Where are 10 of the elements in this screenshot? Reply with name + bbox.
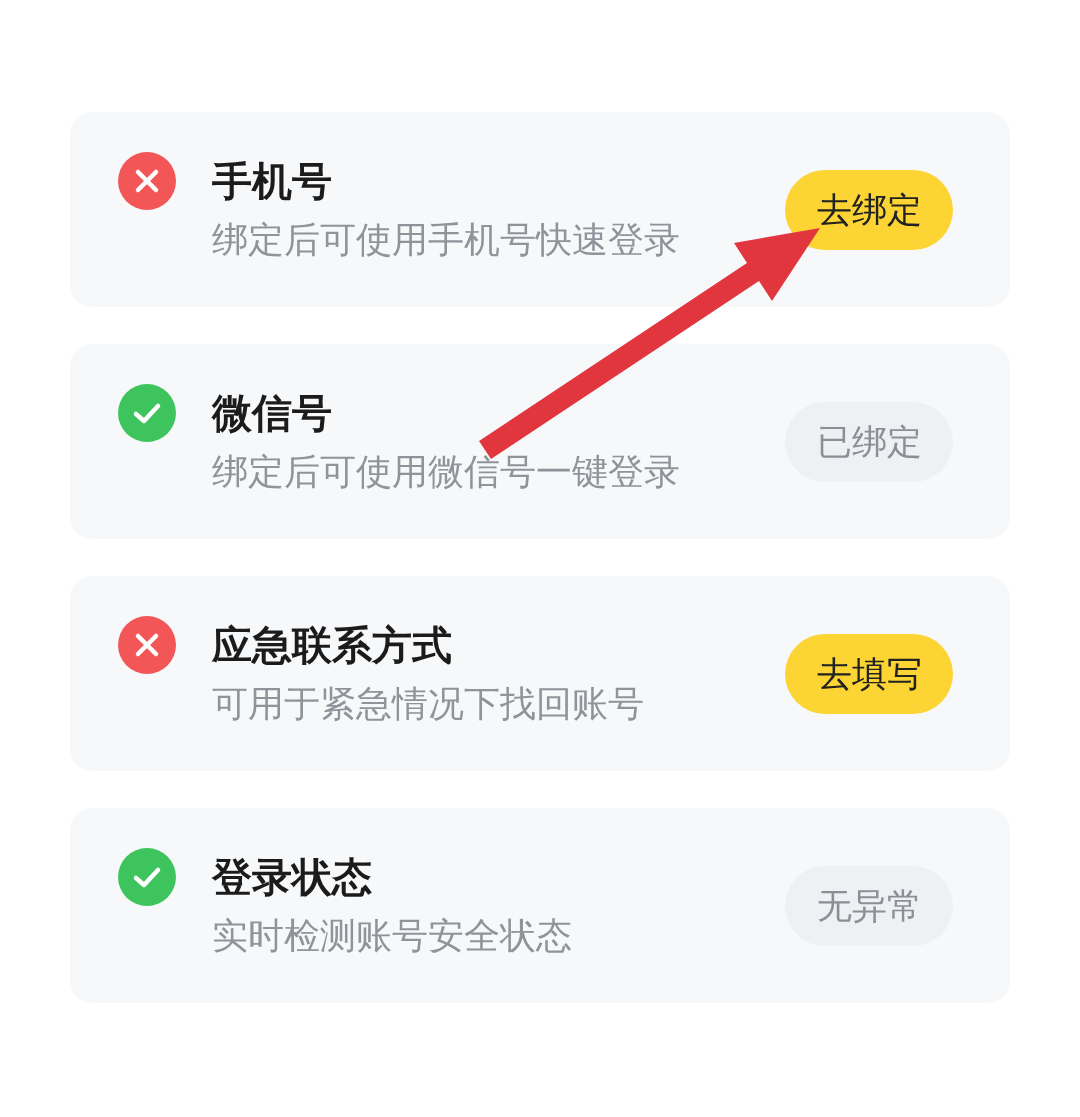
- setting-description: 可用于紧急情况下找回账号: [212, 681, 644, 726]
- action-button[interactable]: 去绑定: [785, 169, 953, 250]
- setting-title: 微信号: [212, 389, 333, 437]
- setting-description: 绑定后可使用微信号一键登录: [212, 449, 680, 494]
- setting-title: 手机号: [212, 157, 333, 205]
- setting-description: 绑定后可使用手机号快速登录: [212, 217, 680, 262]
- setting-title: 应急联系方式: [212, 621, 453, 669]
- setting-description: 实时检测账号安全状态: [212, 913, 572, 958]
- setting-title: 登录状态: [212, 853, 373, 901]
- action-button[interactable]: 去填写: [785, 633, 953, 714]
